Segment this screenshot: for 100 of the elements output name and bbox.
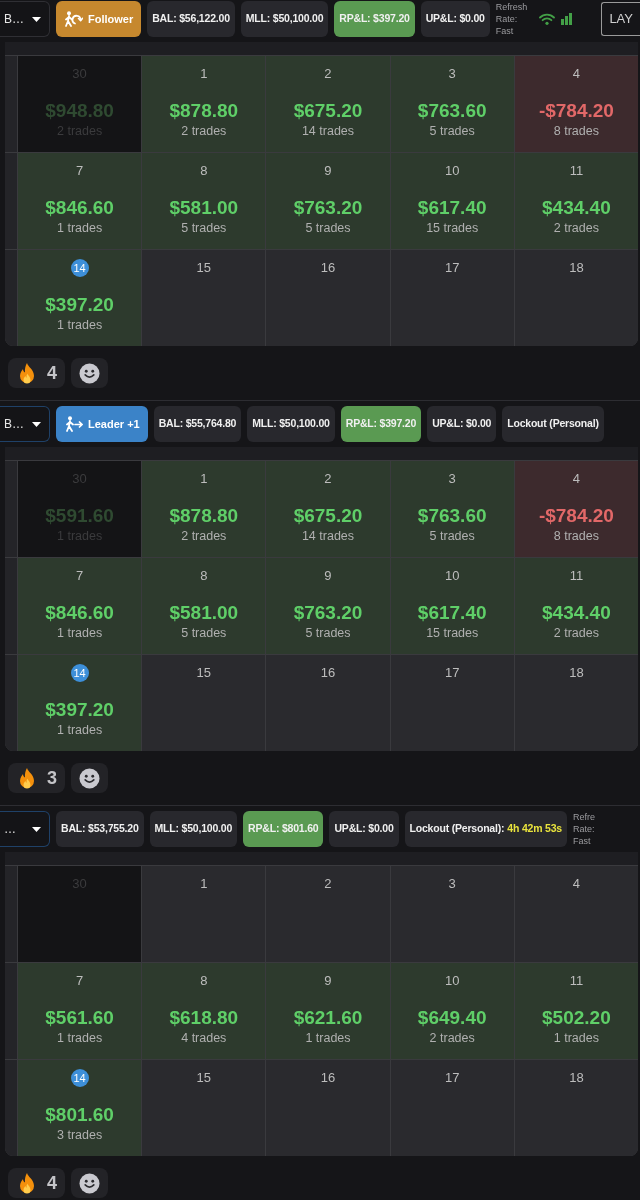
caret-icon: [32, 421, 41, 427]
trade-count: 5 trades: [429, 123, 475, 139]
stat-chip: MLL: $50,100.00: [149, 811, 238, 847]
trade-count: 5 trades: [305, 625, 351, 641]
day-number: 1: [199, 65, 209, 83]
day-number: 16: [319, 664, 337, 682]
day-number: 4: [571, 65, 581, 83]
pnl-amount: $846.60: [45, 601, 114, 625]
stat-chip: BAL: $53,755.20: [56, 811, 144, 847]
reaction-button[interactable]: 4: [8, 1168, 65, 1198]
pnl-amount: $763.60: [417, 99, 487, 123]
trade-count: 5 trades: [305, 220, 351, 236]
stat-chip: MLL: $50,100.00: [240, 1, 329, 37]
pnl-amount: $617.40: [417, 601, 487, 625]
lockout-label: Lockout (Personal): [507, 416, 599, 432]
trade-count: 1 trades: [57, 220, 103, 236]
trade-count: 8 trades: [553, 123, 599, 139]
add-reaction-button[interactable]: [71, 358, 108, 388]
trade-count: 4 trades: [181, 1030, 227, 1046]
reaction-button[interactable]: 4: [8, 358, 65, 388]
pnl-amount: $649.40: [417, 1006, 487, 1030]
day-number: 10: [443, 567, 461, 585]
trade-count: 1 trades: [57, 317, 103, 333]
trade-count: 5 trades: [429, 528, 475, 544]
day-number: 14: [70, 1069, 89, 1087]
pnl-amount: $878.80: [169, 504, 239, 528]
leader-button[interactable]: Leader +1: [56, 406, 148, 442]
trade-count: 3 trades: [57, 1127, 103, 1143]
day-number: 7: [74, 162, 85, 180]
day-number: 3: [447, 65, 457, 83]
day-number: 7: [74, 567, 85, 585]
stat-chip: BAL: $56,122.00: [147, 1, 235, 37]
trade-count: 2 trades: [429, 1030, 475, 1046]
add-reaction-button[interactable]: [71, 763, 108, 793]
day-number: 8: [199, 162, 209, 180]
lockout-label: Lockout (Personal):: [409, 821, 505, 837]
pnl-amount: $618.80: [169, 1006, 239, 1030]
stat-chip: UP&L: $0.00: [329, 811, 399, 847]
caret-icon: [32, 16, 41, 22]
day-number: 16: [319, 1069, 337, 1087]
stat-chip: RP&L: $801.60: [243, 811, 324, 847]
stat-chip: RP&L: $397.20: [340, 406, 422, 442]
pnl-amount: $581.00: [169, 601, 239, 625]
day-number: 15: [195, 259, 212, 277]
add-reaction-button[interactable]: [71, 1168, 108, 1198]
day-number: 15: [195, 664, 212, 682]
stat-chip: BAL: $55,764.80: [153, 406, 242, 442]
trade-count: 1 trades: [553, 1030, 599, 1046]
lockout-timer: 4h 42m 53s: [507, 821, 562, 837]
caret-icon: [32, 826, 41, 832]
day-number: 3: [447, 875, 457, 893]
pnl-amount: $878.80: [169, 99, 239, 123]
pnl-amount: $801.60: [45, 1103, 114, 1127]
day-number: 14: [70, 259, 89, 277]
pnl-amount: $502.20: [542, 1006, 611, 1030]
pnl-amount: $397.20: [45, 293, 114, 317]
reaction-button[interactable]: 3: [8, 763, 65, 793]
wifi-icon: [539, 13, 556, 25]
day-number: 9: [323, 162, 333, 180]
trade-count: 15 trades: [426, 625, 479, 641]
day-number: 11: [568, 972, 585, 990]
pnl-amount: $397.20: [45, 698, 114, 722]
pnl-amount: $763.20: [293, 196, 363, 220]
pnl-amount: $846.60: [45, 196, 114, 220]
stat-chip: RP&L: $397.20: [334, 1, 415, 37]
pnl-amount: -$784.20: [538, 504, 614, 528]
smiley-icon: [79, 362, 100, 384]
trade-count: 2 trades: [553, 220, 599, 236]
pnl-amount: $763.20: [293, 601, 363, 625]
trade-count: 14 trades: [301, 123, 355, 139]
pnl-amount: $581.00: [169, 196, 239, 220]
day-number: 15: [195, 1069, 212, 1087]
day-number: 18: [568, 664, 585, 682]
trade-count: 15 trades: [426, 220, 479, 236]
trade-count: 2 trades: [553, 625, 599, 641]
trade-count: 1 trades: [57, 1030, 103, 1046]
day-number: 2: [323, 875, 333, 893]
account-select[interactable]: B…: [0, 1, 50, 37]
bar-chart-icon: [561, 13, 573, 25]
smiley-icon: [79, 767, 100, 789]
trade-count: 1 trades: [57, 625, 103, 641]
pnl-amount: $675.20: [293, 99, 363, 123]
day-number: 17: [443, 664, 461, 682]
trade-count: 5 trades: [181, 625, 227, 641]
account-select[interactable]: …: [0, 811, 50, 847]
day-number: 18: [568, 1069, 585, 1087]
trade-count: 2 trades: [181, 123, 227, 139]
refresh-rate-text: Refresh Rate: Fast: [495, 1, 528, 37]
pnl-amount: $434.40: [542, 601, 611, 625]
layout-button[interactable]: LAY: [601, 2, 640, 36]
day-number: 11: [568, 567, 585, 585]
person-arrow-icon: [64, 416, 83, 432]
day-number: 1: [199, 470, 209, 488]
pnl-amount: -$784.20: [538, 99, 614, 123]
day-number: 10: [443, 162, 461, 180]
account-select[interactable]: B…: [0, 406, 50, 442]
stat-chip: UP&L: $0.00: [420, 1, 490, 37]
day-number: 4: [571, 875, 581, 893]
day-number: 17: [443, 259, 461, 277]
trade-count: 1 trades: [57, 722, 103, 738]
